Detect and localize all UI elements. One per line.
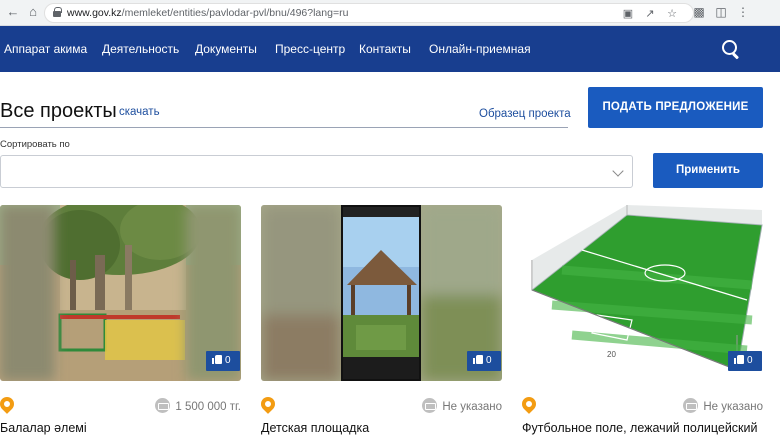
page-title: Все проекты <box>0 100 117 122</box>
dimension-label: 20 <box>607 350 616 359</box>
address-bar[interactable]: www.gov.kz/memleket/entities/pavlodar-pv… <box>44 3 694 23</box>
location-pin-icon <box>0 394 17 414</box>
more-menu-icon[interactable]: ⋮ <box>735 4 751 20</box>
nav-item-online-reception[interactable]: Онлайн-приемная <box>429 42 531 56</box>
sample-project-link[interactable]: Образец проекта <box>479 108 571 120</box>
project-title[interactable]: Детская площадка <box>261 421 501 436</box>
project-card[interactable]: 0 1 500 000 тг. <box>0 205 241 443</box>
back-arrow-icon[interactable]: ← <box>4 3 22 21</box>
thumbs-up-icon <box>212 355 222 364</box>
home-icon[interactable]: ⌂ <box>24 3 42 21</box>
nav-item-documents[interactable]: Документы <box>195 42 257 56</box>
budget-value: 1 500 000 тг. <box>175 401 241 413</box>
sort-select[interactable] <box>0 155 633 188</box>
budget: 1 500 000 тг. <box>155 398 241 413</box>
nav-item-contacts[interactable]: Контакты <box>359 42 411 56</box>
apply-button[interactable]: Применить <box>653 153 763 188</box>
project-title[interactable]: Футбольное поле, лежачий полицейский <box>522 421 762 436</box>
budget-value: Не указано <box>703 401 763 413</box>
project-image[interactable]: 0 <box>0 205 241 381</box>
url-text[interactable]: www.gov.kz/memleket/entities/pavlodar-pv… <box>67 7 348 19</box>
share-icon[interactable]: ↗ <box>643 7 657 21</box>
nav-item-apparat[interactable]: Аппарат акима <box>4 42 87 56</box>
bookmark-star-icon[interactable]: ☆ <box>665 7 679 21</box>
nav-item-press-center[interactable]: Пресс-центр <box>275 42 345 56</box>
budget-value: Не указано <box>442 401 502 413</box>
project-image[interactable]: 20 0 <box>522 205 763 381</box>
location-pin-icon <box>258 394 278 414</box>
money-icon <box>422 398 438 413</box>
budget: Не указано <box>683 398 763 413</box>
like-count: 0 <box>225 355 231 366</box>
like-count: 0 <box>486 355 492 366</box>
lock-icon[interactable] <box>53 7 62 17</box>
divider <box>0 127 568 128</box>
side-panel-icon[interactable]: ◫ <box>713 4 729 20</box>
translate-icon[interactable]: ▣ <box>621 7 635 21</box>
search-icon[interactable] <box>721 39 741 59</box>
download-link[interactable]: скачать <box>119 106 160 118</box>
like-counter[interactable]: 0 <box>728 351 762 371</box>
nav-item-activity[interactable]: Деятельность <box>102 42 179 56</box>
location-pin-icon <box>519 394 539 414</box>
chevron-down-icon <box>612 165 624 177</box>
project-card[interactable]: 0 Не указано <box>258 205 502 443</box>
project-image[interactable]: 0 <box>261 205 502 381</box>
like-counter[interactable]: 0 <box>467 351 501 371</box>
like-counter[interactable]: 0 <box>206 351 240 371</box>
url-host: www.gov.kz <box>67 7 122 19</box>
money-icon <box>155 398 171 413</box>
browser-toolbar: ← ⌂ www.gov.kz/memleket/entities/pavloda… <box>0 0 780 26</box>
sort-label: Сортировать по <box>0 139 70 150</box>
extensions-icon[interactable]: ▩ <box>691 4 707 20</box>
project-title[interactable]: Балалар әлемі <box>0 421 240 436</box>
project-card[interactable]: 20 0 Не указано <box>519 205 763 443</box>
money-icon <box>683 398 699 413</box>
url-path: /memleket/entities/pavlodar-pvl/bnu/496?… <box>121 7 349 19</box>
thumbs-up-icon <box>473 355 483 364</box>
site-navigation: Аппарат акима Деятельность Документы Пре… <box>0 26 780 72</box>
submit-proposal-button[interactable]: ПОДАТЬ ПРЕДЛОЖЕНИЕ <box>588 87 763 128</box>
budget: Не указано <box>422 398 502 413</box>
thumbs-up-icon <box>734 355 744 364</box>
like-count: 0 <box>747 355 753 366</box>
